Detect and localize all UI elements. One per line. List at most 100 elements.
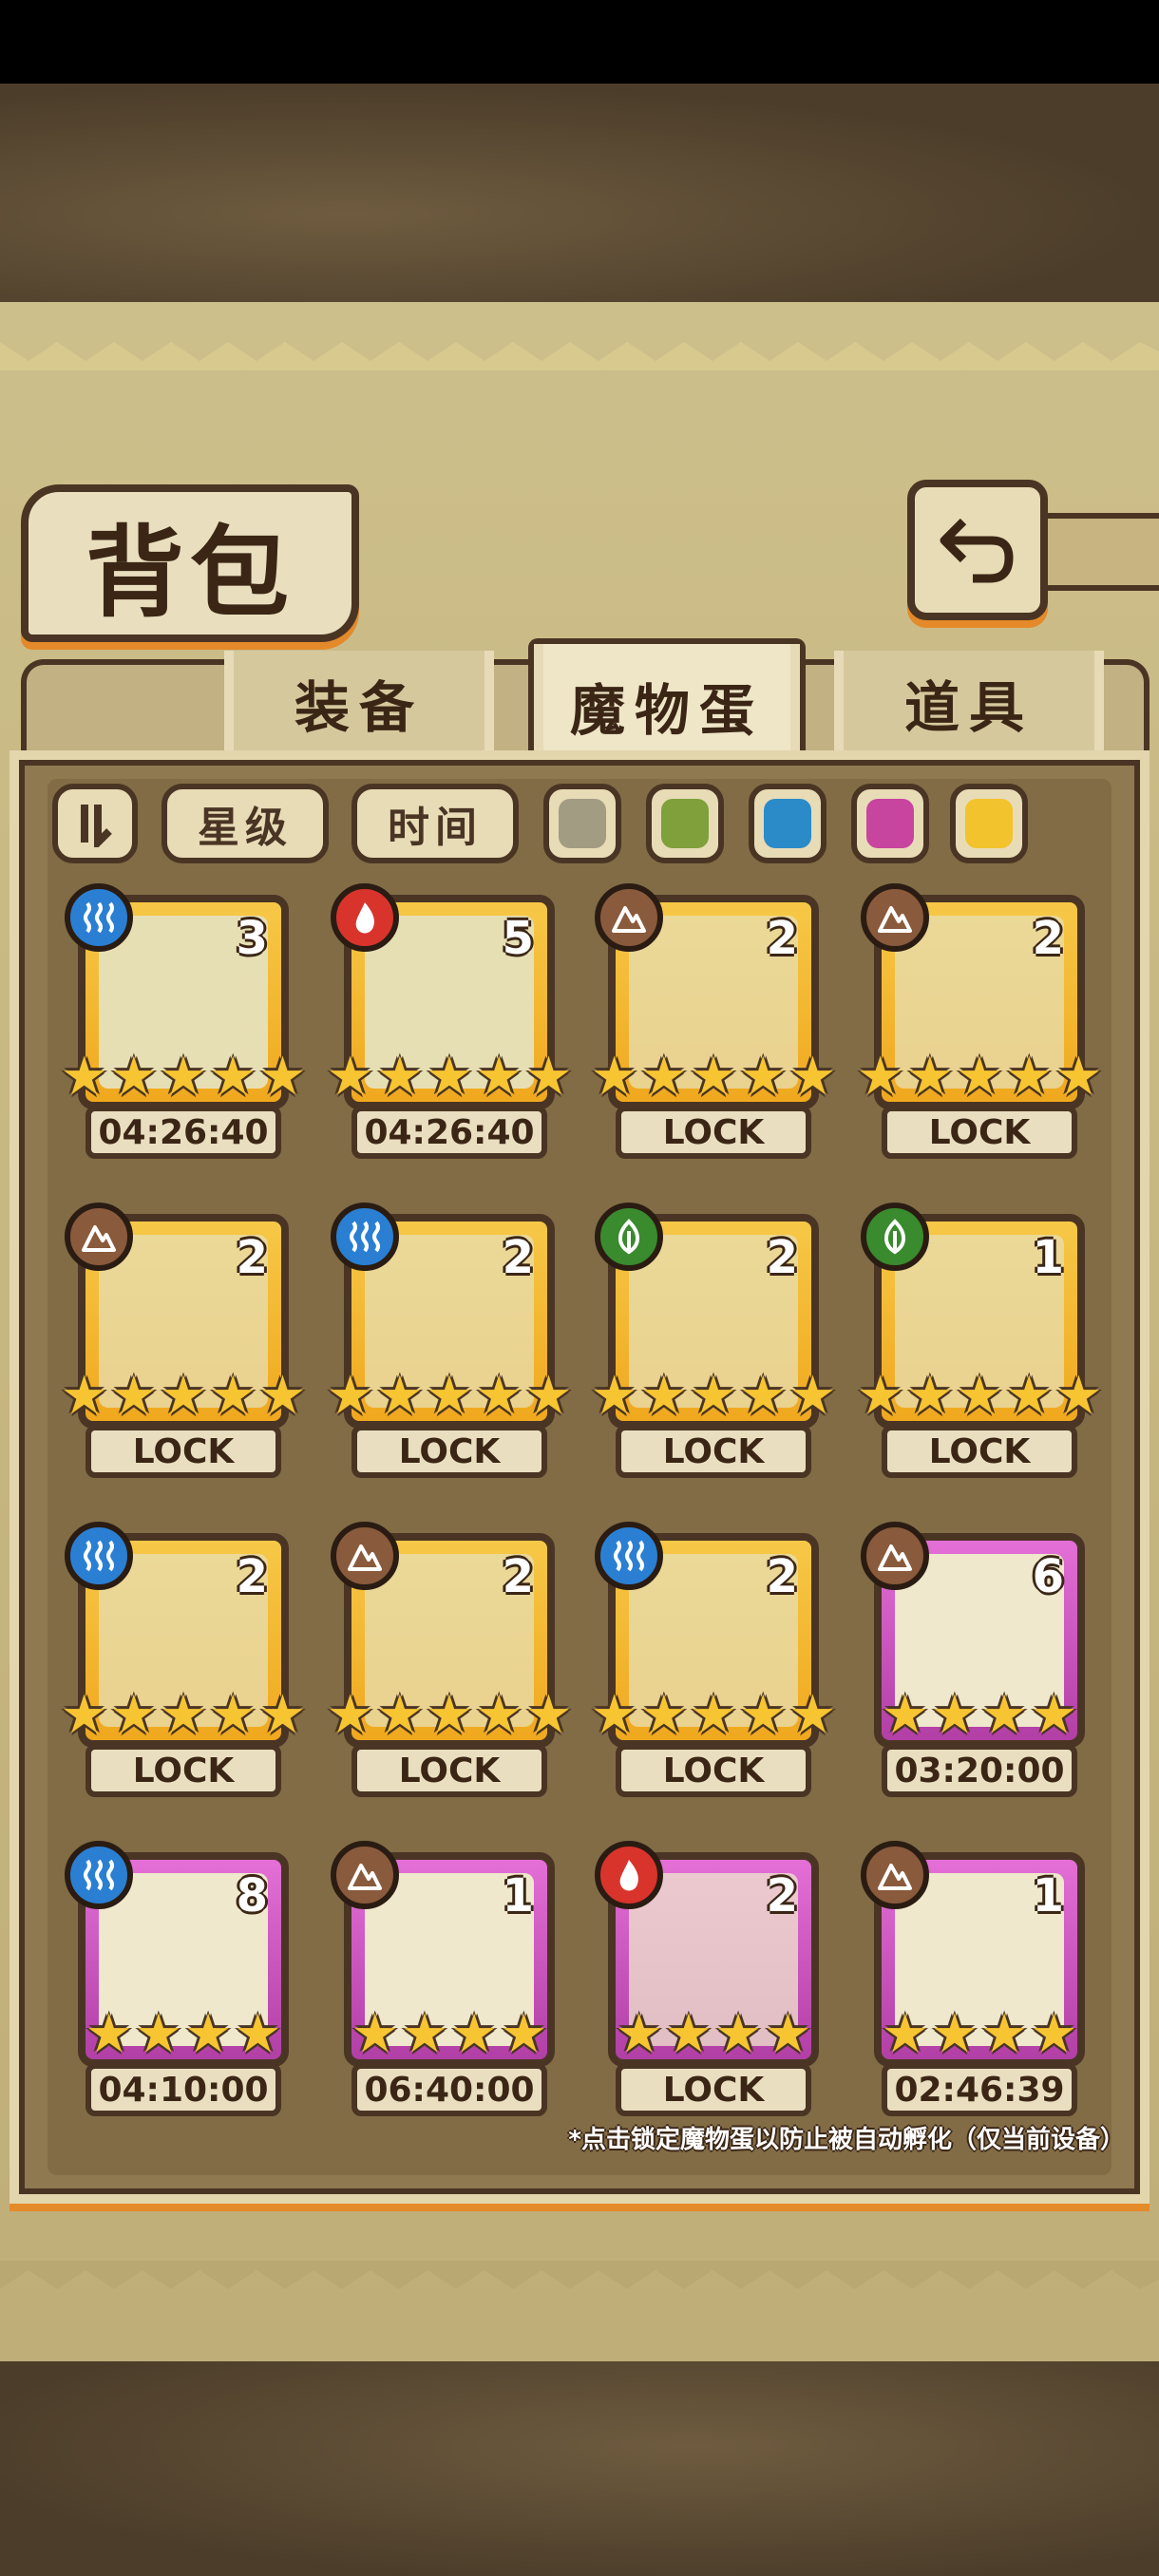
star-icon: ★ <box>881 1684 929 1746</box>
lock-label[interactable]: LOCK <box>86 1425 281 1478</box>
star-icon: ★ <box>109 1046 158 1108</box>
filter-color-3 <box>866 799 914 848</box>
egg-card[interactable]: 2 ★ ★ ★ ★ LOCK <box>595 1841 826 2118</box>
star-icon: ★ <box>524 1046 573 1108</box>
egg-count: 1 <box>502 1869 534 1923</box>
sort-by-time-button[interactable]: 时间 <box>352 784 519 863</box>
star-icon: ★ <box>1030 1684 1078 1746</box>
egg-card[interactable]: 2 ★ ★ ★ ★ ★ LOCK <box>591 1203 837 1480</box>
star-icon: ★ <box>856 1046 904 1108</box>
star-icon: ★ <box>60 1684 108 1746</box>
filter-gold[interactable] <box>950 784 1028 863</box>
filter-purple[interactable] <box>851 784 929 863</box>
hatch-timer[interactable]: 03:20:00 <box>882 1744 1077 1797</box>
egg-card[interactable]: 8 ★ ★ ★ ★ 04:10:00 <box>65 1841 296 2118</box>
water-element-icon <box>65 883 133 952</box>
water-element-icon <box>65 1841 133 1909</box>
earth-element-icon <box>595 883 663 952</box>
tab-items-label: 道具 <box>903 675 1034 740</box>
star-icon: ★ <box>375 1684 424 1746</box>
lock-label[interactable]: LOCK <box>882 1106 1077 1159</box>
lock-label[interactable]: LOCK <box>882 1425 1077 1478</box>
water-element-icon <box>595 1522 663 1590</box>
egg-stars: ★ ★ ★ ★ <box>344 2004 555 2065</box>
star-icon: ★ <box>739 1684 788 1746</box>
tab-items[interactable]: 道具 <box>834 651 1104 755</box>
hatch-timer[interactable]: 04:10:00 <box>86 2063 281 2116</box>
egg-card[interactable]: 2 ★ ★ ★ ★ ★ LOCK <box>857 883 1103 1161</box>
water-element-icon <box>331 1203 399 1271</box>
star-icon: ★ <box>109 1365 158 1427</box>
egg-card[interactable]: 5 ★ ★ ★ ★ ★ 04:26:40 <box>327 883 573 1161</box>
egg-card[interactable]: 2 ★ ★ ★ ★ ★ LOCK <box>327 1203 573 1480</box>
star-icon: ★ <box>159 1684 208 1746</box>
star-icon: ★ <box>400 2003 448 2065</box>
star-icon: ★ <box>955 1046 1004 1108</box>
egg-count: 2 <box>766 1550 798 1603</box>
lock-label[interactable]: LOCK <box>616 1106 811 1159</box>
hatch-timer[interactable]: 04:26:40 <box>86 1106 281 1159</box>
star-icon: ★ <box>714 2003 763 2065</box>
egg-card[interactable]: 3 ★ ★ ★ ★ ★ 04:26:40 <box>61 883 307 1161</box>
egg-count: 8 <box>236 1869 268 1923</box>
star-icon: ★ <box>375 1365 424 1427</box>
egg-stars: ★ ★ ★ ★ ★ <box>61 1684 307 1746</box>
egg-stars: ★ ★ ★ ★ ★ <box>327 1365 573 1427</box>
star-icon: ★ <box>425 1365 474 1427</box>
egg-card[interactable]: 2 ★ ★ ★ ★ ★ LOCK <box>61 1203 307 1480</box>
zigzag-border-top <box>0 342 1159 370</box>
star-icon: ★ <box>639 1046 688 1108</box>
hatch-timer[interactable]: 06:40:00 <box>352 2063 547 2116</box>
egg-stars: ★ ★ ★ ★ ★ <box>591 1684 837 1746</box>
sort-by-time-label: 时间 <box>388 804 483 852</box>
egg-stars: ★ ★ ★ ★ ★ <box>857 1366 1103 1427</box>
hatch-timer[interactable]: 02:46:39 <box>882 2063 1077 2116</box>
star-icon: ★ <box>326 1365 374 1427</box>
lock-label[interactable]: LOCK <box>616 1744 811 1797</box>
egg-count: 1 <box>1032 1869 1064 1923</box>
lock-label[interactable]: LOCK <box>352 1425 547 1478</box>
sort-icon <box>81 805 112 847</box>
egg-card[interactable]: 1 ★ ★ ★ ★ ★ LOCK <box>857 1203 1103 1480</box>
star-icon: ★ <box>209 1046 257 1108</box>
star-icon: ★ <box>764 2003 812 2065</box>
earth-element-icon <box>861 1841 929 1909</box>
star-icon: ★ <box>60 1365 108 1427</box>
star-icon: ★ <box>689 1684 738 1746</box>
sort-by-star-button[interactable]: 星级 <box>162 784 329 863</box>
egg-stars: ★ ★ ★ ★ ★ <box>327 1046 573 1108</box>
tab-monster-eggs[interactable]: 魔物蛋 <box>528 638 806 767</box>
star-icon: ★ <box>639 1684 688 1746</box>
hatch-timer[interactable]: 04:26:40 <box>352 1106 547 1159</box>
filter-color-0 <box>559 799 606 848</box>
tab-equipment[interactable]: 装备 <box>224 651 494 755</box>
sort-by-star-label: 星级 <box>198 804 293 852</box>
lock-label[interactable]: LOCK <box>616 2063 811 2116</box>
egg-card[interactable]: 1 ★ ★ ★ ★ 02:46:39 <box>861 1841 1092 2118</box>
lock-label[interactable]: LOCK <box>86 1744 281 1797</box>
lock-label[interactable]: LOCK <box>352 1744 547 1797</box>
star-icon: ★ <box>788 1046 837 1108</box>
egg-count: 1 <box>1032 1231 1064 1284</box>
map-background-bottom <box>0 2360 1159 2576</box>
filter-color-4 <box>965 799 1013 848</box>
lock-label[interactable]: LOCK <box>616 1425 811 1478</box>
filter-blue[interactable] <box>749 784 826 863</box>
egg-card[interactable]: 2 ★ ★ ★ ★ ★ LOCK <box>61 1522 307 1799</box>
filter-gray[interactable] <box>543 784 621 863</box>
egg-card[interactable]: 6 ★ ★ ★ ★ 03:20:00 <box>861 1522 1092 1799</box>
star-icon: ★ <box>475 1046 523 1108</box>
star-icon: ★ <box>184 2003 233 2065</box>
zigzag-border-bottom <box>0 2261 1159 2289</box>
star-icon: ★ <box>590 1046 638 1108</box>
egg-card[interactable]: 1 ★ ★ ★ ★ 06:40:00 <box>331 1841 562 2118</box>
egg-card[interactable]: 2 ★ ★ ★ ★ ★ LOCK <box>591 1522 837 1799</box>
egg-stars: ★ ★ ★ ★ ★ <box>591 1366 837 1427</box>
egg-card[interactable]: 2 ★ ★ ★ ★ ★ LOCK <box>327 1522 573 1799</box>
egg-card[interactable]: 2 ★ ★ ★ ★ ★ LOCK <box>591 883 837 1161</box>
grass-element-icon <box>595 1203 663 1271</box>
filter-green[interactable] <box>646 784 724 863</box>
star-icon: ★ <box>1054 1365 1103 1427</box>
back-button[interactable] <box>907 480 1048 620</box>
sort-order-button[interactable] <box>52 784 138 863</box>
